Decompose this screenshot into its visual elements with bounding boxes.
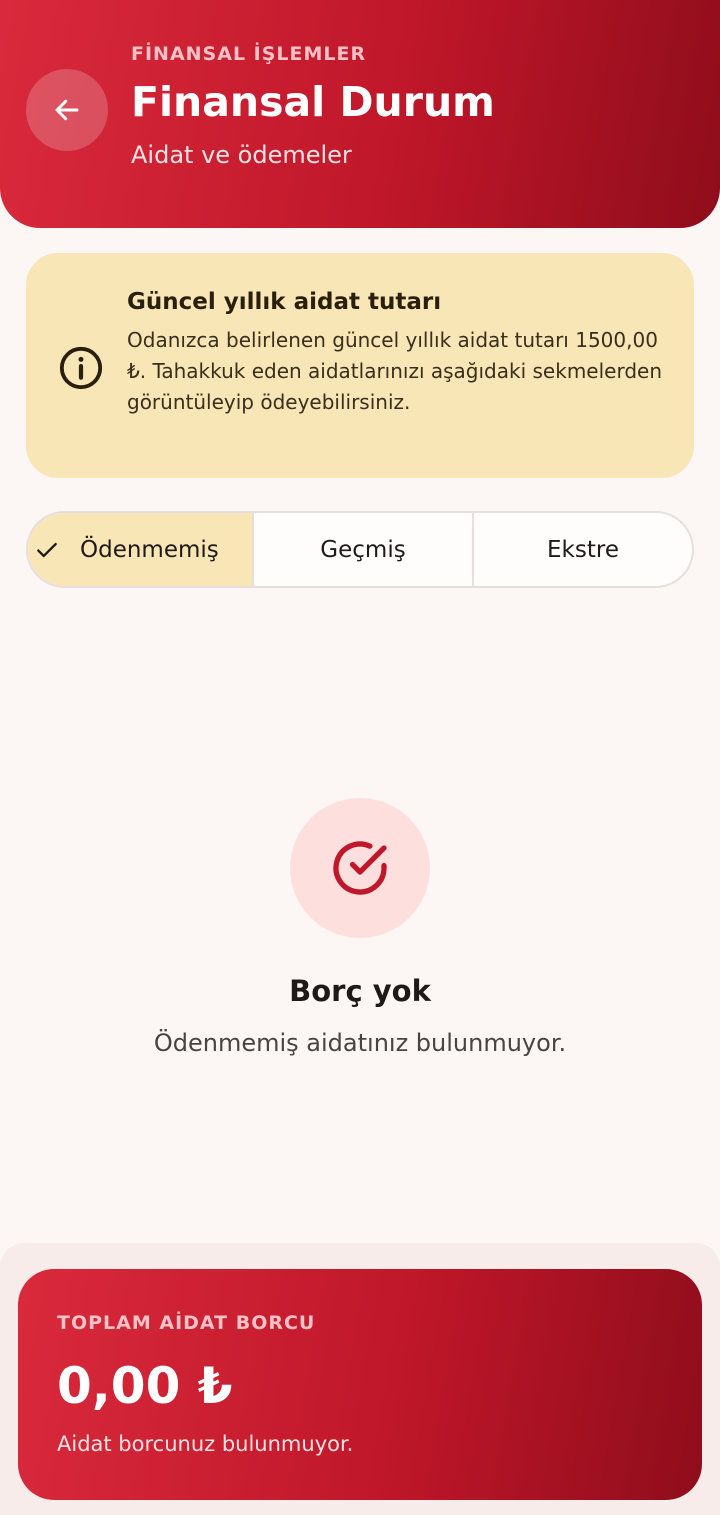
arrow-left-icon: [55, 99, 79, 121]
total-debt-note: Aidat borcunuz bulunmuyor.: [57, 1432, 354, 1456]
check-icon: [37, 542, 57, 557]
page-subtitle: Aidat ve ödemeler: [131, 141, 352, 169]
tab-history[interactable]: Geçmiş: [252, 513, 472, 586]
total-debt-card: TOPLAM AİDAT BORCU 0,00 ₺ Aidat borcunuz…: [18, 1269, 702, 1500]
tab-statement-label: Ekstre: [547, 536, 619, 563]
empty-state-badge: [290, 798, 430, 938]
tab-unpaid-label: Ödenmemiş: [80, 536, 219, 563]
empty-state-text: Ödenmemiş aidatınız bulunmuyor.: [153, 1029, 567, 1057]
info-card-text: Odanızca belirlenen güncel yıllık aidat …: [127, 328, 663, 414]
header-eyebrow: FİNANSAL İŞLEMLER: [131, 43, 367, 65]
back-button[interactable]: [26, 69, 108, 151]
tab-history-label: Geçmiş: [320, 536, 406, 563]
info-icon: [59, 346, 103, 390]
total-debt-amount: 0,00 ₺: [57, 1357, 233, 1415]
check-circle-icon: [333, 841, 387, 895]
tab-statement[interactable]: Ekstre: [472, 513, 692, 586]
tab-unpaid[interactable]: Ödenmemiş: [28, 513, 252, 586]
page-header: FİNANSAL İŞLEMLER Finansal Durum Aidat v…: [0, 0, 720, 228]
empty-state-title: Borç yok: [289, 974, 431, 1008]
tab-bar: Ödenmemiş Geçmiş Ekstre: [26, 511, 694, 588]
total-debt-label: TOPLAM AİDAT BORCU: [57, 1312, 316, 1334]
page-title: Finansal Durum: [131, 78, 495, 126]
info-card-title: Güncel yıllık aidat tutarı: [127, 289, 442, 315]
annual-fee-info-card: Güncel yıllık aidat tutarı Odanızca beli…: [26, 253, 694, 478]
